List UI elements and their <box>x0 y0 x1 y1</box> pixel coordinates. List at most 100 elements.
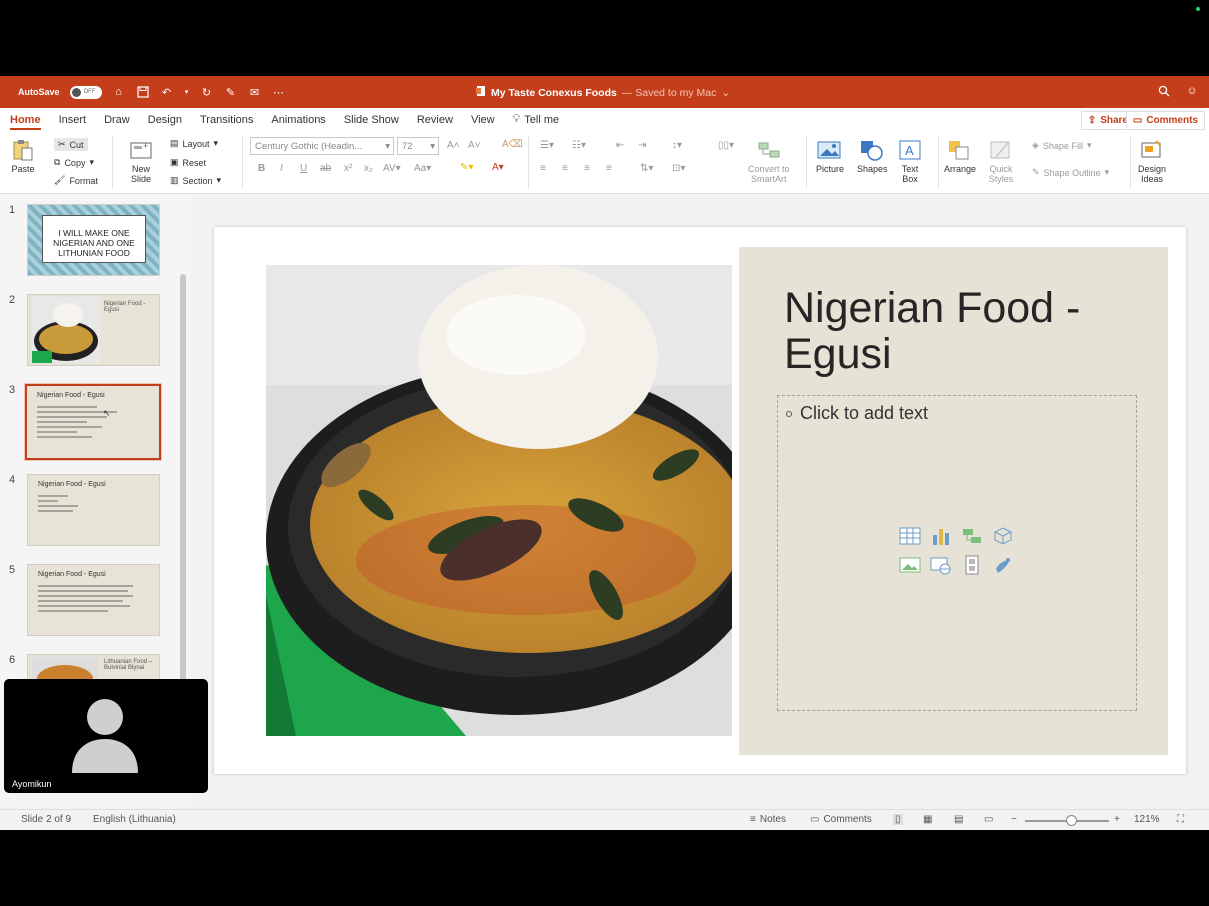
comment-icon: ▭ <box>810 814 820 825</box>
thumbnail-preview: I WILL MAKE ONE NIGERIAN AND ONE LITHUNI… <box>27 204 160 276</box>
align-right-icon[interactable]: ≡ <box>584 163 590 174</box>
comments-button[interactable]: ▭ Comments <box>1125 111 1205 130</box>
format-painter-button[interactable]: 🖌︎ Format <box>54 175 98 186</box>
design-ideas-button[interactable]: Design Ideas <box>1138 138 1166 184</box>
tab-design[interactable]: Design <box>148 114 191 130</box>
align-left-icon[interactable]: ≡ <box>540 163 546 174</box>
tell-me[interactable]: 💡︎ Tell me <box>513 113 569 130</box>
chevron-down-icon[interactable]: ▾ <box>184 85 190 99</box>
tab-slide-show[interactable]: Slide Show <box>344 114 408 130</box>
slide-sorter-icon[interactable]: ▦ <box>923 814 932 825</box>
content-placeholder[interactable]: Click to add text <box>777 395 1137 711</box>
strikethrough-icon[interactable]: ab <box>320 163 331 174</box>
zoom-level[interactable]: 121% <box>1134 814 1160 825</box>
section-button[interactable]: ▥ Section ▾ <box>170 175 221 186</box>
more-icon[interactable]: ⋯ <box>272 85 286 99</box>
slide-info: Slide 2 of 9 <box>21 814 72 825</box>
align-text-icon[interactable]: ⊡▾ <box>672 163 685 174</box>
insert-picture-icon[interactable] <box>898 553 922 577</box>
subscript-icon[interactable]: x₂ <box>364 163 373 174</box>
home-icon[interactable]: ⌂ <box>112 85 126 99</box>
autosave-toggle[interactable]: OFF <box>69 85 102 99</box>
tab-transitions[interactable]: Transitions <box>200 114 262 130</box>
insert-table-icon[interactable] <box>898 524 922 548</box>
language-status[interactable]: English (Lithuania) <box>93 814 176 825</box>
reading-view-icon[interactable]: ▤ <box>954 814 963 825</box>
redo-icon[interactable]: ↻ <box>200 85 214 99</box>
thumbnail-scrollbar[interactable] <box>180 274 186 734</box>
columns-icon[interactable]: ▯▯▾ <box>718 140 734 151</box>
clear-format-icon[interactable]: A⌫ <box>502 139 523 150</box>
arrange-button[interactable]: Arrange <box>944 138 976 174</box>
insert-video-icon[interactable] <box>960 553 984 577</box>
tab-draw[interactable]: Draw <box>104 114 139 130</box>
save-icon[interactable] <box>136 85 150 99</box>
fit-to-window-icon[interactable]: ⛶ <box>1177 814 1184 825</box>
align-center-icon[interactable]: ≡ <box>562 163 568 174</box>
picture-button[interactable]: Picture <box>816 138 844 174</box>
document-icon <box>476 85 486 100</box>
font-size-select[interactable]: 72 ▾ <box>397 137 439 155</box>
shrink-font-icon[interactable]: A˅ <box>468 140 481 151</box>
status-comments-button[interactable]: ▭ Comments <box>810 814 872 825</box>
cut-button[interactable]: ✂ Cut <box>54 138 88 151</box>
paste-button[interactable]: Paste <box>10 138 36 174</box>
italic-icon[interactable]: I <box>280 163 283 174</box>
shape-outline-button[interactable]: ✎ Shape Outline ▾ <box>1032 167 1109 178</box>
new-slide-button[interactable]: + New Slide <box>128 138 154 184</box>
normal-view-icon[interactable]: ▯ <box>893 814 903 825</box>
undo-icon[interactable]: ↶ <box>160 85 174 99</box>
quick-styles-button[interactable]: Quick Styles <box>988 138 1014 184</box>
zoom-out-icon[interactable]: − <box>1011 814 1017 825</box>
font-name-select[interactable]: Century Gothic (Headin... ▾ <box>250 137 394 155</box>
chevron-down-icon[interactable]: ⌄ <box>721 87 730 99</box>
tab-insert[interactable]: Insert <box>59 114 96 130</box>
slide-title[interactable]: Nigerian Food - Egusi <box>784 285 1154 377</box>
copy-button[interactable]: ⧉ Copy ▾ <box>54 157 94 168</box>
notes-button[interactable]: ≡ Notes <box>750 814 786 825</box>
insert-chart-icon[interactable] <box>929 524 953 548</box>
shapes-button[interactable]: Shapes <box>857 138 888 174</box>
zoom-slider-handle[interactable] <box>1066 815 1078 826</box>
highlight-icon[interactable]: ✎▾ <box>460 162 473 173</box>
superscript-icon[interactable]: x² <box>344 163 352 174</box>
food-photo[interactable] <box>266 265 732 736</box>
character-spacing-icon[interactable]: AV▾ <box>383 163 401 174</box>
shape-fill-button[interactable]: ◈ Shape Fill ▾ <box>1032 140 1091 151</box>
search-icon[interactable] <box>1157 84 1171 98</box>
smiley-icon[interactable]: ☺ <box>1185 84 1199 98</box>
text-box-button[interactable]: A Text Box <box>897 138 923 184</box>
chevron-down-icon: ▾ <box>89 157 94 167</box>
insert-3d-model-icon[interactable] <box>991 524 1015 548</box>
slide-show-icon[interactable]: ▭ <box>984 814 993 825</box>
change-case-icon[interactable]: Aa▾ <box>414 163 431 174</box>
zoom-in-icon[interactable]: + <box>1114 814 1120 825</box>
thumbnail-preview: Nigerian Food - Egusi <box>27 294 160 366</box>
increase-indent-icon[interactable]: ⇥ <box>638 140 646 151</box>
slide-canvas[interactable]: Nigerian Food - Egusi Click to add text <box>214 227 1186 774</box>
numbering-icon[interactable]: ☷▾ <box>572 140 586 151</box>
text-direction-icon[interactable]: ⇅▾ <box>640 163 653 174</box>
underline-icon[interactable]: U <box>300 163 307 174</box>
tab-view[interactable]: View <box>471 114 504 130</box>
reset-button[interactable]: ▣ Reset <box>170 157 206 168</box>
layout-button[interactable]: ▤ Layout ▾ <box>170 138 218 149</box>
edit-icon[interactable]: ✎ <box>224 85 238 99</box>
grow-font-icon[interactable]: A˄ <box>447 140 460 151</box>
bullets-icon[interactable]: ☰▾ <box>540 140 554 151</box>
line-spacing-icon[interactable]: ↕▾ <box>672 140 682 151</box>
tab-review[interactable]: Review <box>417 114 462 130</box>
justify-icon[interactable]: ≡ <box>606 163 612 174</box>
convert-smartart-button[interactable]: Convert to SmartArt <box>748 138 790 184</box>
insert-icon-icon[interactable] <box>991 553 1015 577</box>
tab-animations[interactable]: Animations <box>271 114 334 130</box>
decrease-indent-icon[interactable]: ⇤ <box>616 140 624 151</box>
bold-icon[interactable]: B <box>258 163 265 174</box>
tab-home[interactable]: Home <box>10 114 41 130</box>
mail-icon[interactable]: ✉ <box>248 85 262 99</box>
insert-online-picture-icon[interactable] <box>929 553 953 577</box>
video-call-tile[interactable]: Ayomikun <box>4 679 208 793</box>
insert-smartart-icon[interactable] <box>960 524 984 548</box>
font-color-icon[interactable]: A▾ <box>492 162 504 173</box>
slide-number: 4 <box>9 474 16 486</box>
